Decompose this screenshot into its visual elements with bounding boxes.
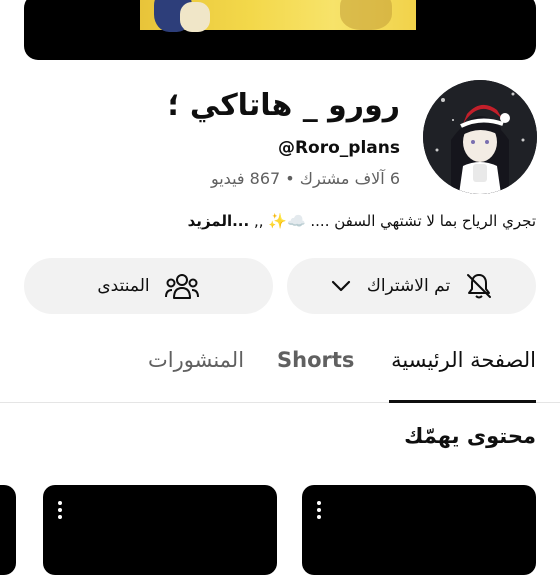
tab-home-indicator bbox=[389, 400, 536, 403]
video-card[interactable] bbox=[302, 485, 536, 575]
chevron-down-icon bbox=[329, 274, 353, 298]
more-vertical-icon[interactable] bbox=[316, 501, 322, 523]
video-card[interactable] bbox=[0, 485, 16, 575]
community-label: المنتدى bbox=[97, 276, 150, 296]
channel-banner bbox=[24, 0, 536, 60]
bell-off-icon bbox=[464, 271, 494, 301]
channel-tabs: الصفحة الرئيسية Shorts المنشورات bbox=[0, 330, 560, 403]
subscribed-button[interactable]: تم الاشتراك bbox=[287, 258, 536, 314]
channel-description[interactable]: تجري الرياح بما لا تشتهي السفن .... ☁️✨ … bbox=[188, 212, 536, 230]
community-button[interactable]: المنتدى bbox=[24, 258, 273, 314]
channel-name: رورو _ هاتاكي ؛ bbox=[167, 88, 400, 123]
channel-avatar[interactable] bbox=[423, 80, 537, 194]
avatar-image bbox=[423, 80, 537, 194]
channel-handle: @Roro_plans bbox=[277, 138, 400, 158]
people-icon bbox=[164, 271, 200, 301]
more-link[interactable]: ...المزيد bbox=[188, 212, 250, 230]
section-title: محتوى يهمّك bbox=[404, 424, 536, 448]
more-vertical-icon[interactable] bbox=[57, 501, 63, 523]
tab-home[interactable]: الصفحة الرئيسية bbox=[391, 348, 536, 372]
tab-shorts[interactable]: Shorts bbox=[277, 348, 354, 372]
tab-posts[interactable]: المنشورات bbox=[148, 348, 244, 372]
channel-stats: 6 آلاف مشترك • 867 فيديو bbox=[210, 169, 400, 188]
video-card[interactable] bbox=[43, 485, 277, 575]
description-text: تجري الرياح بما لا تشتهي السفن .... ☁️✨ … bbox=[249, 212, 536, 230]
banner-artwork bbox=[140, 0, 416, 32]
subscribed-label: تم الاشتراك bbox=[366, 276, 451, 296]
